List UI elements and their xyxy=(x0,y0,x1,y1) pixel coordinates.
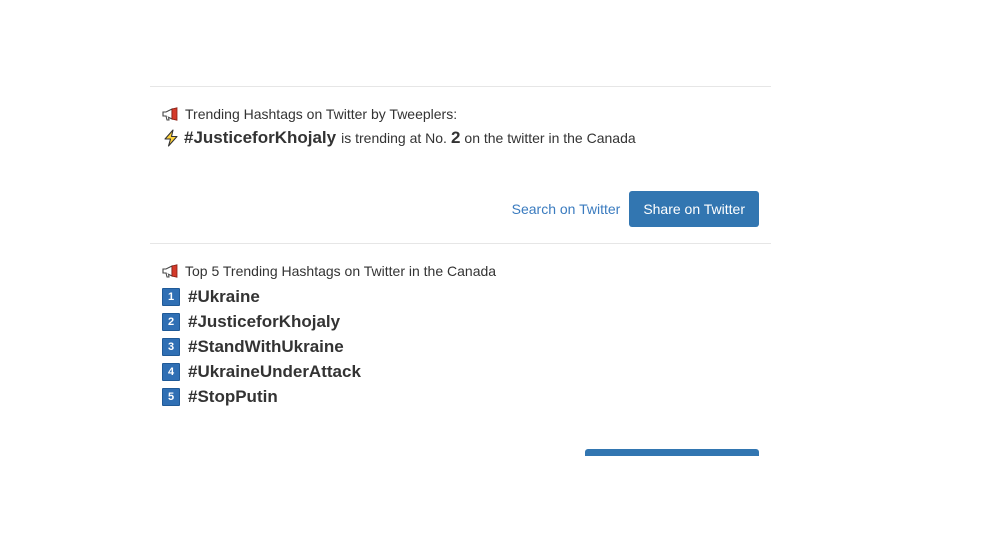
top5-list: 1 #Ukraine 2 #JusticeforKhojaly 3 #Stand… xyxy=(162,284,496,410)
share-button-partial[interactable] xyxy=(585,449,759,456)
hashtag-link[interactable]: #UkraineUnderAttack xyxy=(188,362,361,382)
hashtag-link[interactable]: #Ukraine xyxy=(188,287,260,307)
rank-1-badge-icon: 1 xyxy=(162,287,180,306)
trending-header-text: Trending Hashtags on Twitter by Tweepler… xyxy=(185,106,458,122)
list-item[interactable]: 2 #JusticeforKhojaly xyxy=(162,309,496,334)
top5-header-text: Top 5 Trending Hashtags on Twitter in th… xyxy=(185,263,497,279)
trending-line: #JusticeforKhojaly is trending at No. 2 … xyxy=(162,126,636,150)
top5-section: Top 5 Trending Hashtags on Twitter in th… xyxy=(162,262,496,410)
top5-header: Top 5 Trending Hashtags on Twitter in th… xyxy=(162,262,496,280)
hashtag-link[interactable]: #StopPutin xyxy=(188,387,278,407)
action-bar: Search on Twitter Share on Twitter xyxy=(512,191,759,227)
divider xyxy=(150,86,771,87)
trending-section: Trending Hashtags on Twitter by Tweepler… xyxy=(162,105,636,150)
share-on-twitter-button[interactable]: Share on Twitter xyxy=(629,191,759,227)
list-item[interactable]: 5 #StopPutin xyxy=(162,385,496,410)
megaphone-icon xyxy=(162,264,178,278)
rank-2-badge-icon: 2 xyxy=(162,312,180,331)
rank-4-badge-icon: 4 xyxy=(162,363,180,382)
trending-text-after: on the twitter in the Canada xyxy=(464,130,636,146)
list-item[interactable]: 4 #UkraineUnderAttack xyxy=(162,360,496,385)
trending-card: Trending Hashtags on Twitter by Tweepler… xyxy=(150,86,771,456)
list-item[interactable]: 1 #Ukraine xyxy=(162,284,496,309)
page: Trending Hashtags on Twitter by Tweepler… xyxy=(0,0,992,545)
lightning-icon xyxy=(164,129,178,147)
trending-hashtag[interactable]: #JusticeforKhojaly xyxy=(184,128,336,148)
hashtag-link[interactable]: #StandWithUkraine xyxy=(188,337,344,357)
divider xyxy=(150,243,771,244)
trending-rank: 2 xyxy=(450,128,461,147)
trending-header: Trending Hashtags on Twitter by Tweepler… xyxy=(162,105,636,123)
megaphone-icon xyxy=(162,107,178,121)
hashtag-link[interactable]: #JusticeforKhojaly xyxy=(188,312,340,332)
rank-5-badge-icon: 5 xyxy=(162,388,180,407)
rank-3-badge-icon: 3 xyxy=(162,337,180,356)
trending-text-before: is trending at No. xyxy=(341,130,447,146)
search-on-twitter-link[interactable]: Search on Twitter xyxy=(512,201,621,217)
list-item[interactable]: 3 #StandWithUkraine xyxy=(162,334,496,359)
